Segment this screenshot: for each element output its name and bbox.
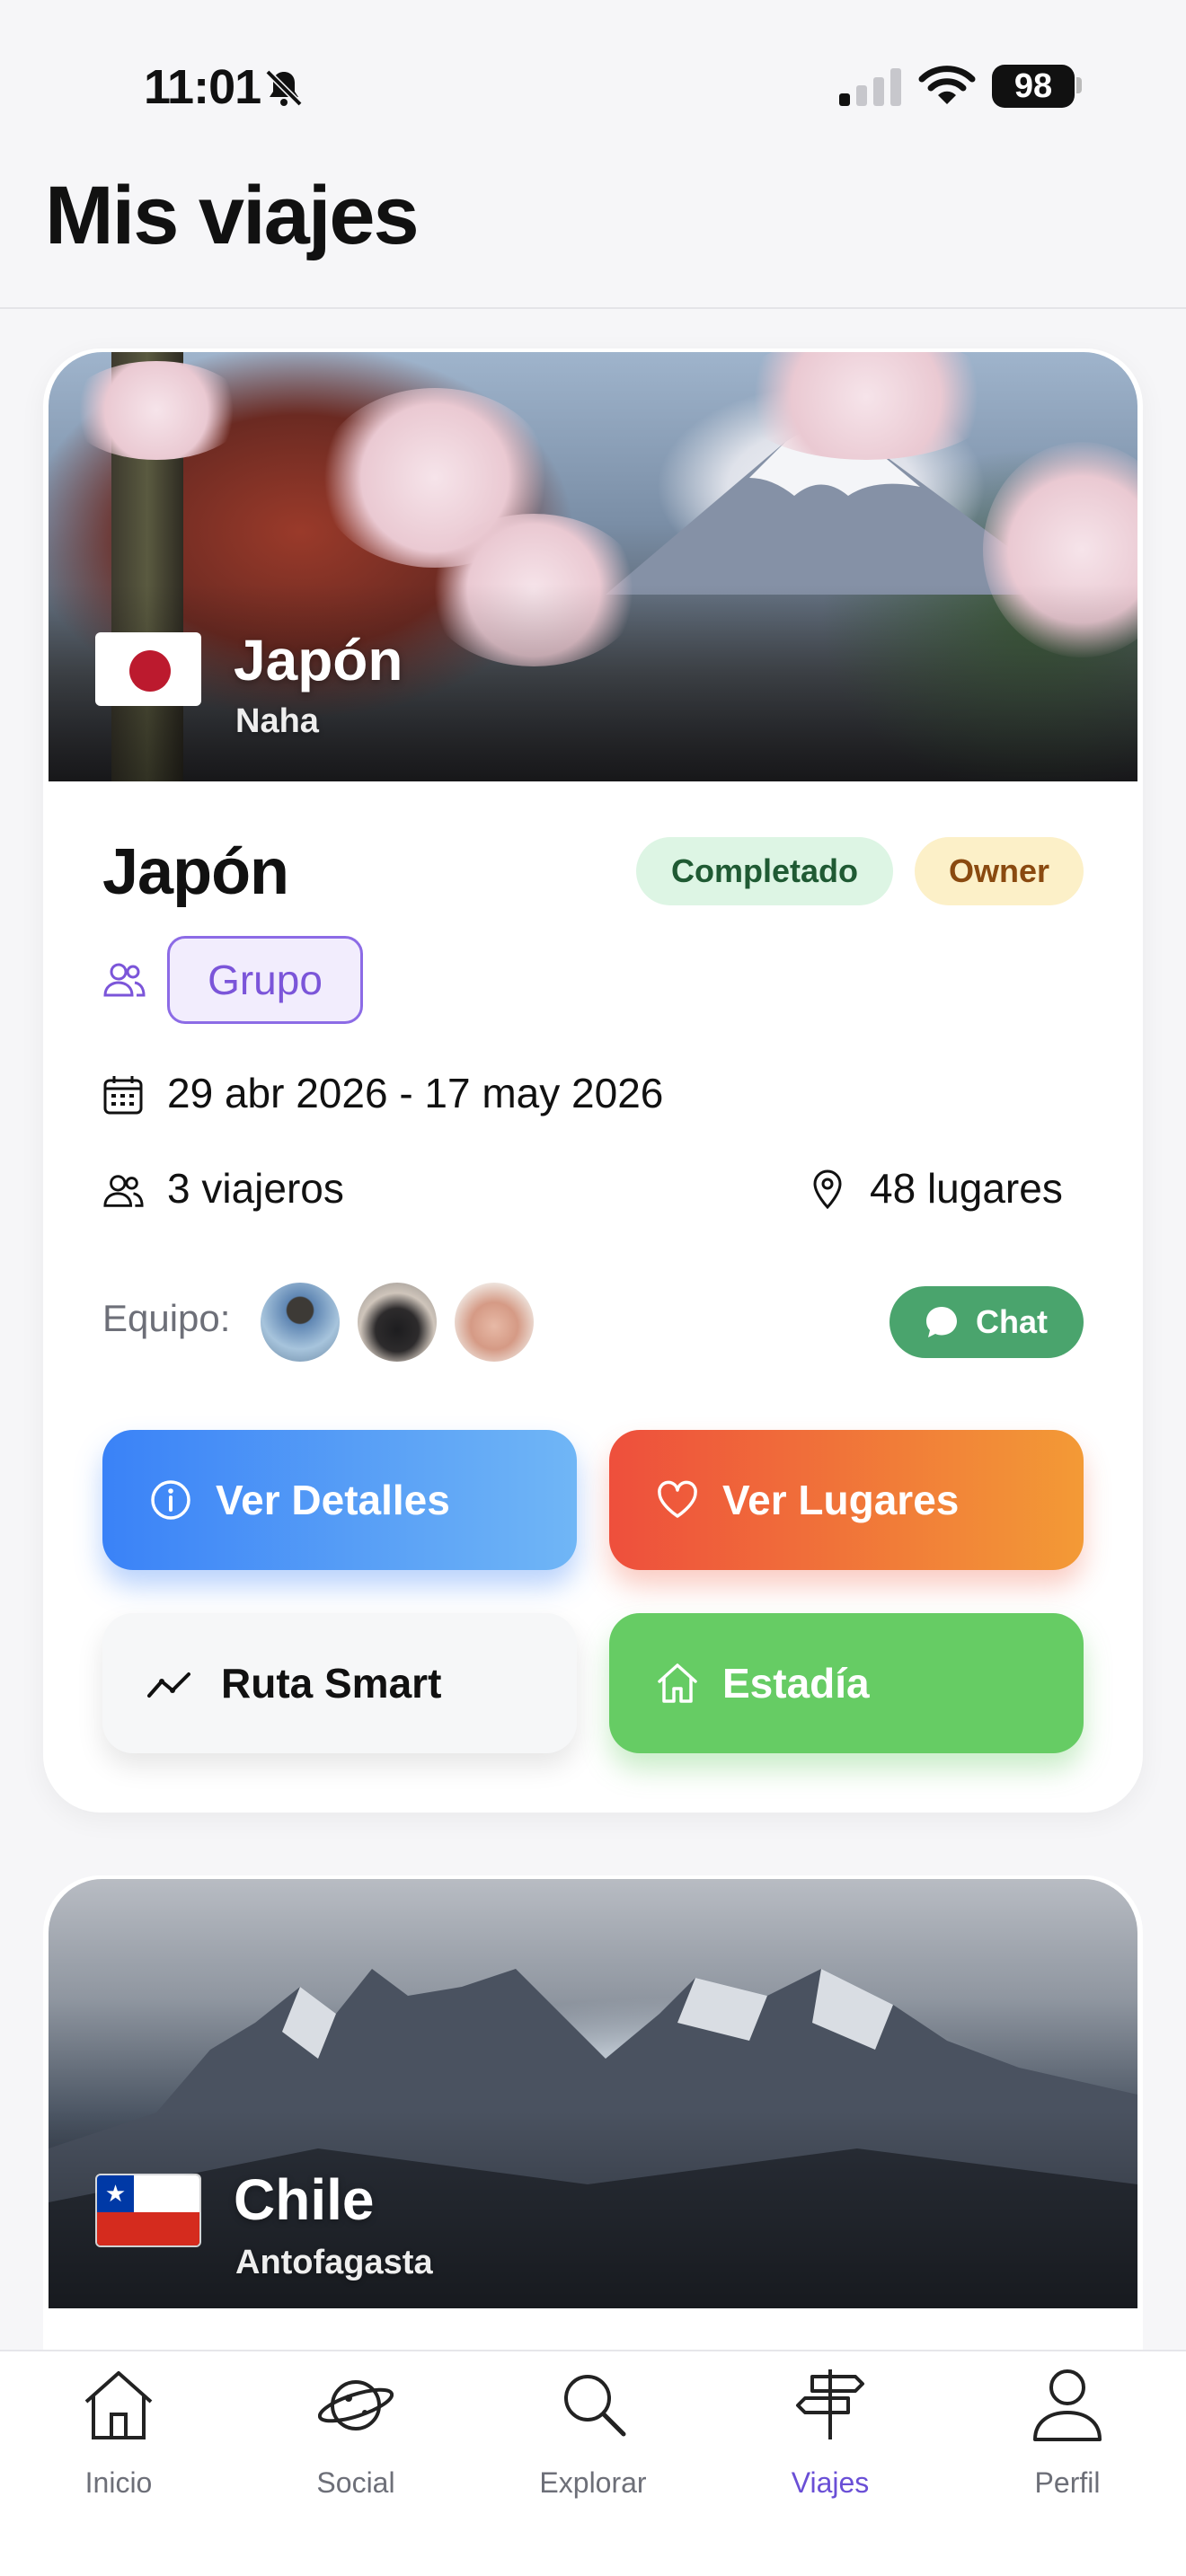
group-icon [103,963,146,997]
tab-label: Perfil [1034,2466,1101,2499]
header-divider [0,307,1186,309]
places-count: 48 lugares [870,1165,1063,1212]
tab-perfil[interactable]: Perfil [949,2351,1186,2531]
trip-hero-image[interactable]: Japón Naha [49,352,1137,781]
location-pin-icon [813,1169,842,1209]
signpost-icon [796,2369,864,2439]
hero-subtitle: Naha [235,702,319,740]
smart-route-label: Ruta Smart [221,1660,442,1707]
stay-button[interactable]: Estadía [609,1613,1084,1753]
chat-button[interactable]: Chat [890,1286,1084,1358]
home-icon [84,2371,153,2439]
tab-inicio[interactable]: Inicio [0,2351,237,2531]
calendar-icon [103,1076,143,1115]
japan-flag-icon [95,632,201,706]
tab-social[interactable]: Social [237,2351,474,2531]
search-icon [564,2375,626,2437]
heart-icon [658,1480,697,1518]
battery-nub [1076,77,1082,93]
hero-subtitle: Antofagasta [235,2244,433,2281]
trip-type-chip[interactable]: Grupo [167,936,363,1024]
hero-title: Chile [234,2167,375,2232]
view-places-button[interactable]: Ver Lugares [609,1430,1084,1570]
cellular-signal-icon [839,68,901,106]
status-time: 11:01 [144,60,261,114]
hero-gradient [49,584,1137,781]
avatar[interactable] [451,1279,537,1365]
team-label: Equipo: [102,1297,231,1339]
tab-explorar[interactable]: Explorar [474,2351,712,2531]
travelers-count: 3 viajeros [167,1165,344,1212]
user-icon [1033,2369,1102,2441]
info-icon [151,1480,190,1520]
trip-card[interactable]: Japón Naha Japón Completado Owner Grupo … [43,348,1143,1813]
page-title: Mis viajes [45,170,420,261]
role-badge: Owner [915,837,1084,905]
tab-label: Social [316,2466,395,2499]
status-bar: 11:01 98 [0,0,1186,171]
view-details-label: Ver Detalles [216,1477,450,1523]
chat-label: Chat [976,1303,1048,1340]
wifi-icon [918,66,976,104]
avatar[interactable] [354,1279,440,1365]
trip-hero-image[interactable]: ★ Chile Antofagasta [49,1879,1137,2308]
blossom-cluster [66,361,246,460]
chile-flag-icon: ★ [95,2174,201,2247]
hero-gradient [49,2111,1137,2308]
status-badge: Completado [636,837,893,905]
home-outline-icon [658,1663,697,1703]
travelers-icon [103,1175,144,1207]
smart-route-button[interactable]: Ruta Smart [102,1613,577,1753]
trip-dates: 29 abr 2026 - 17 may 2026 [167,1070,664,1116]
tab-bar: Inicio Social Explorar Viajes Perfil [0,2350,1186,2576]
tab-label: Explorar [539,2466,647,2499]
stay-label: Estadía [722,1660,870,1707]
hero-title: Japón [234,628,403,693]
chat-bubble-icon [926,1307,957,1337]
battery-indicator: 98 [992,65,1075,108]
bell-off-icon [265,69,303,107]
planet-icon [318,2380,394,2430]
avatar[interactable] [257,1279,343,1365]
view-places-label: Ver Lugares [722,1477,960,1523]
trip-name: Japón [102,836,289,908]
view-details-button[interactable]: Ver Detalles [102,1430,577,1570]
tab-label: Viajes [791,2466,870,2499]
trend-line-icon [147,1672,190,1698]
tab-label: Inicio [84,2466,153,2499]
tab-viajes[interactable]: Viajes [712,2351,949,2531]
